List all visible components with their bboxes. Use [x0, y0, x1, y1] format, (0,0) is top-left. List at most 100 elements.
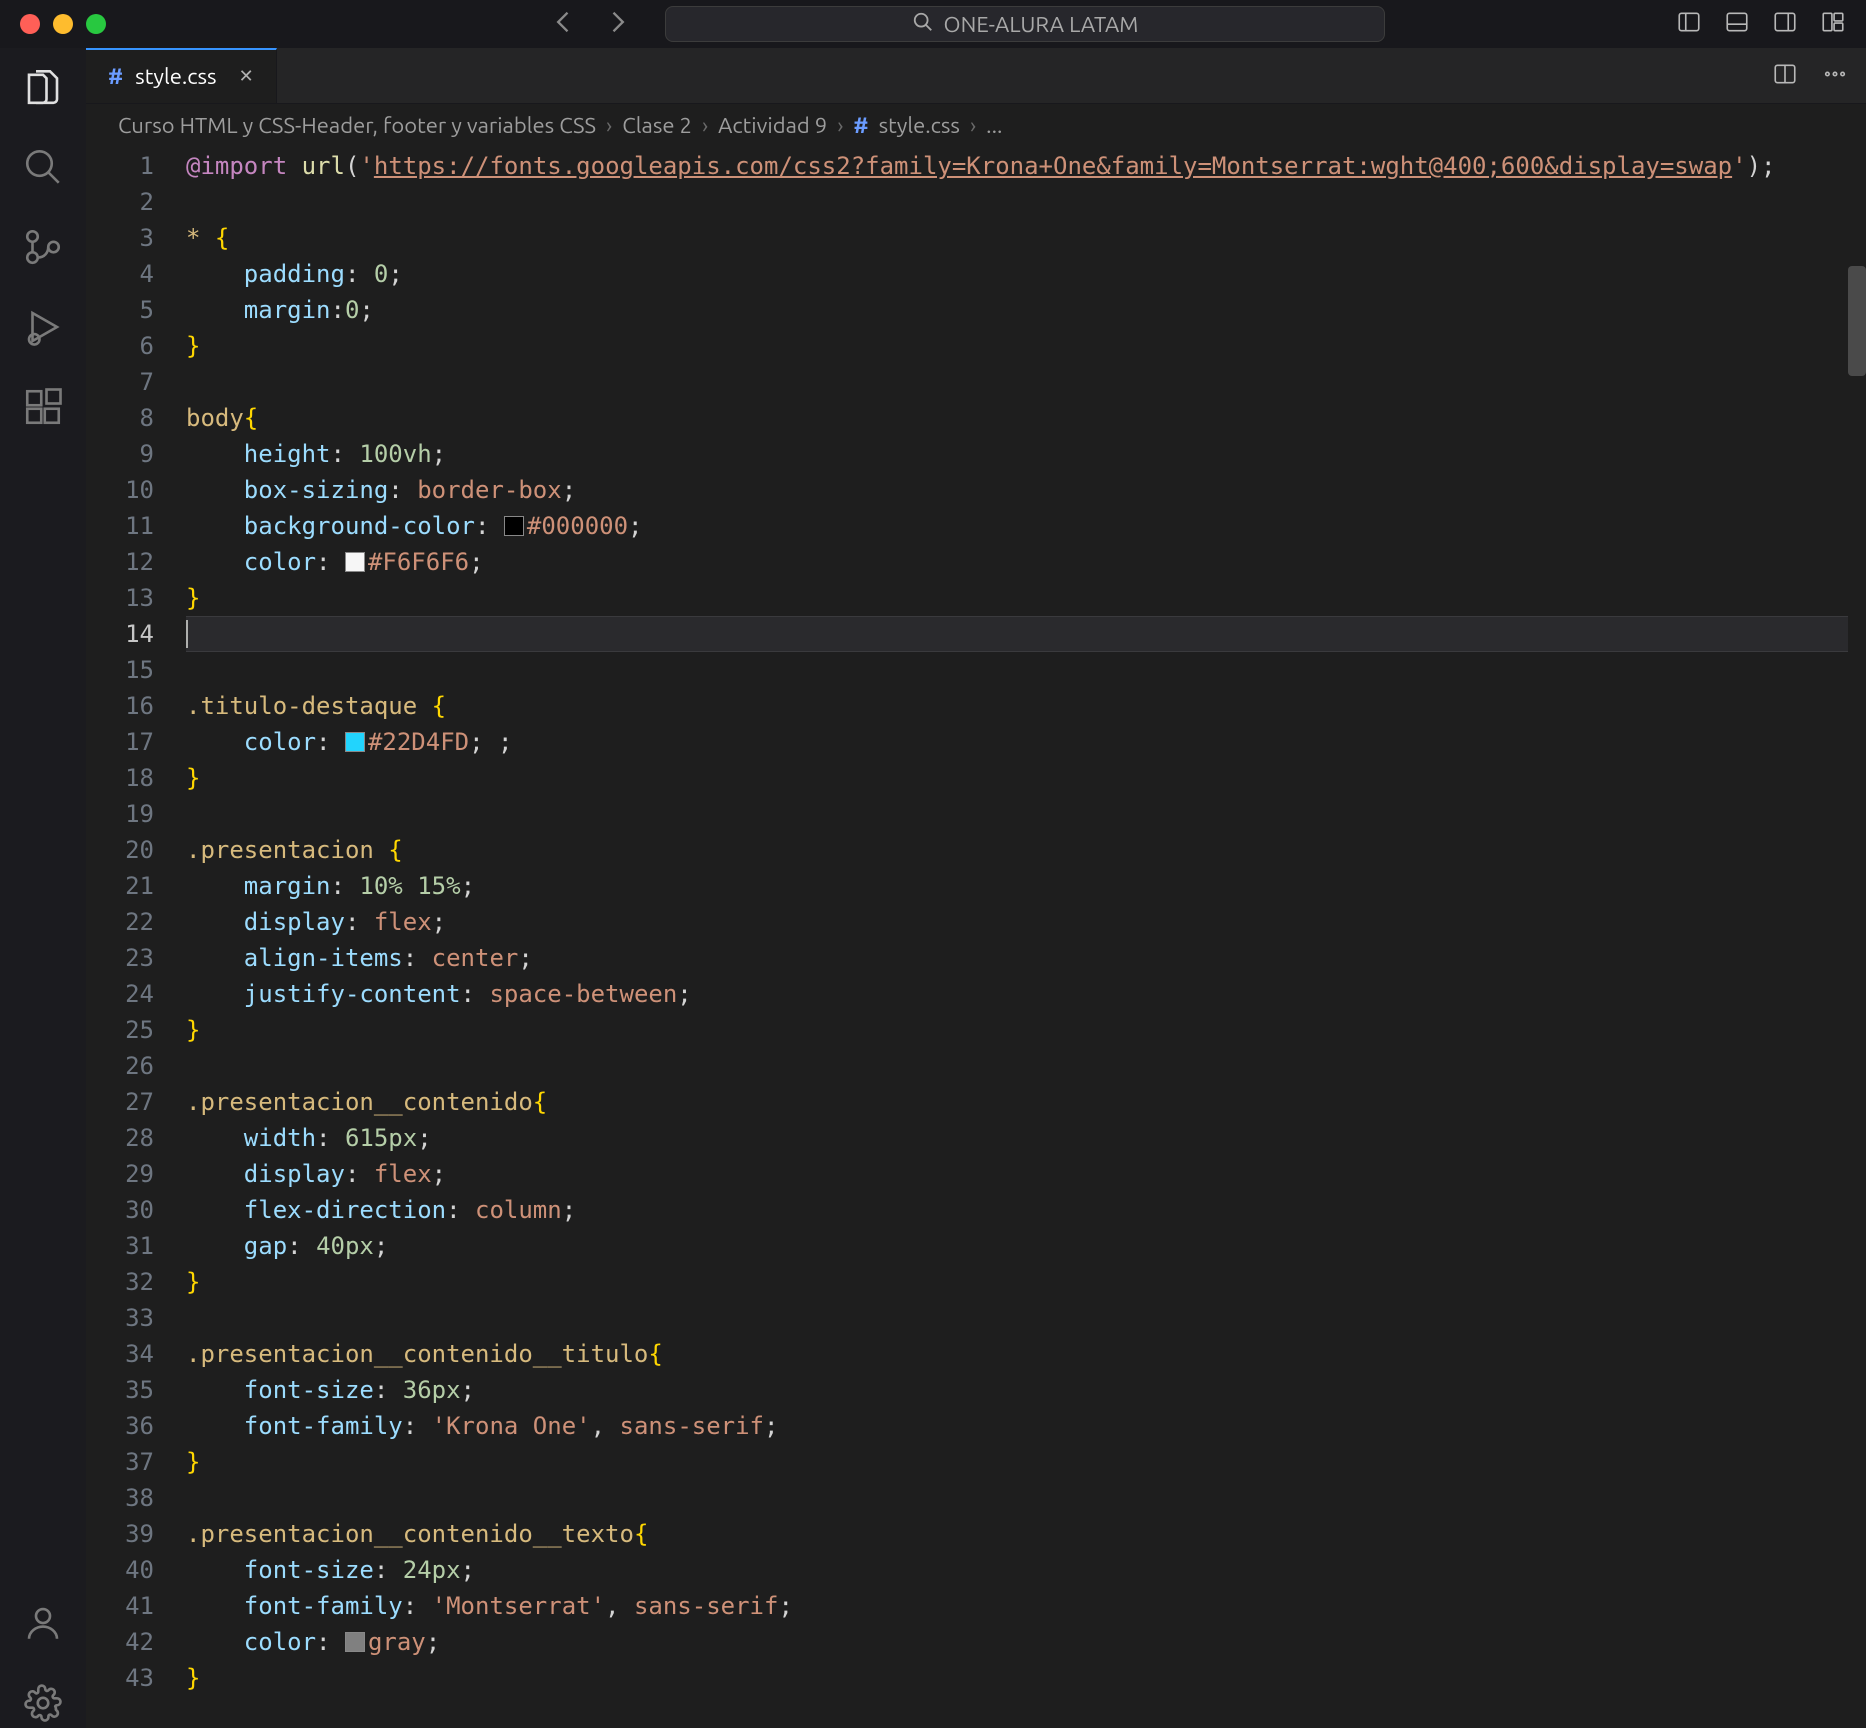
search-icon: [912, 11, 934, 38]
code-line[interactable]: * {: [186, 220, 1866, 256]
breadcrumb-item[interactable]: Clase 2: [622, 113, 692, 138]
line-number: 33: [86, 1300, 154, 1336]
code-token: font-size: [244, 1552, 374, 1588]
code-token: 0: [374, 256, 388, 292]
code-line[interactable]: }: [186, 580, 1866, 616]
code-line[interactable]: margin:0;: [186, 292, 1866, 328]
code-token: 100vh: [359, 436, 431, 472]
code-line[interactable]: [186, 184, 1866, 220]
scrollbar[interactable]: [1848, 146, 1866, 1728]
code-token: ;: [562, 472, 576, 508]
maximize-window-button[interactable]: [86, 14, 106, 34]
code-line[interactable]: @import url('https://fonts.googleapis.co…: [186, 148, 1866, 184]
command-center-search[interactable]: ONE-ALURA LATAM: [665, 6, 1385, 42]
code-editor[interactable]: 1234567891011121314151617181920212223242…: [86, 146, 1866, 1728]
search-activity-icon[interactable]: [22, 146, 64, 192]
scrollbar-thumb[interactable]: [1848, 266, 1866, 376]
code-token: :: [316, 724, 345, 760]
breadcrumb-item[interactable]: ...: [986, 113, 1002, 138]
code-line[interactable]: }: [186, 1012, 1866, 1048]
breadcrumb[interactable]: Curso HTML y CSS-Header, footer y variab…: [86, 104, 1866, 146]
close-tab-button[interactable]: ✕: [239, 66, 254, 87]
code-line[interactable]: [186, 1300, 1866, 1336]
code-token: );: [1747, 148, 1776, 184]
extensions-icon[interactable]: [22, 386, 64, 432]
code-token: flex: [374, 1156, 432, 1192]
code-line[interactable]: }: [186, 1264, 1866, 1300]
code-token: box-sizing: [244, 472, 389, 508]
breadcrumb-item[interactable]: Actividad 9: [718, 113, 827, 138]
code-line[interactable]: align-items: center;: [186, 940, 1866, 976]
minimize-window-button[interactable]: [53, 14, 73, 34]
code-line[interactable]: width: 615px;: [186, 1120, 1866, 1156]
layout-panel-bottom-icon[interactable]: [1724, 9, 1750, 39]
source-control-icon[interactable]: [22, 226, 64, 272]
line-number: 22: [86, 904, 154, 940]
code-token: :: [287, 1228, 316, 1264]
code-token: ;: [388, 256, 402, 292]
line-number: 2: [86, 184, 154, 220]
code-line[interactable]: }: [186, 1660, 1866, 1696]
line-number: 6: [86, 328, 154, 364]
code-line[interactable]: background-color: #000000;: [186, 508, 1866, 544]
code-line[interactable]: font-family: 'Montserrat', sans-serif;: [186, 1588, 1866, 1624]
code-token: [186, 904, 244, 940]
layout-sidebar-right-icon[interactable]: [1772, 9, 1798, 39]
code-line[interactable]: color: gray;: [186, 1624, 1866, 1660]
code-line[interactable]: display: flex;: [186, 1156, 1866, 1192]
code-line[interactable]: }: [186, 760, 1866, 796]
code-line[interactable]: display: flex;: [186, 904, 1866, 940]
code-token: @import: [186, 148, 287, 184]
code-line[interactable]: justify-content: space-between;: [186, 976, 1866, 1012]
code-line[interactable]: .presentacion__contenido__texto{: [186, 1516, 1866, 1552]
code-token: .titulo-destaque: [186, 688, 417, 724]
code-token: ;: [426, 1624, 440, 1660]
code-line[interactable]: height: 100vh;: [186, 436, 1866, 472]
code-line[interactable]: margin: 10% 15%;: [186, 868, 1866, 904]
title-bar: ONE-ALURA LATAM: [0, 0, 1866, 48]
line-number: 18: [86, 760, 154, 796]
accounts-icon[interactable]: [22, 1602, 64, 1648]
code-line[interactable]: .titulo-destaque {: [186, 688, 1866, 724]
code-token: ;: [461, 868, 475, 904]
nav-back-button[interactable]: [550, 8, 578, 40]
code-line[interactable]: padding: 0;: [186, 256, 1866, 292]
code-line[interactable]: .presentacion {: [186, 832, 1866, 868]
layout-customize-icon[interactable]: [1820, 9, 1846, 39]
line-number: 10: [86, 472, 154, 508]
code-line[interactable]: .presentacion__contenido__titulo{: [186, 1336, 1866, 1372]
breadcrumb-item[interactable]: style.css: [879, 113, 960, 138]
layout-sidebar-left-icon[interactable]: [1676, 9, 1702, 39]
code-line[interactable]: font-size: 36px;: [186, 1372, 1866, 1408]
code-line[interactable]: box-sizing: border-box;: [186, 472, 1866, 508]
code-line[interactable]: font-size: 24px;: [186, 1552, 1866, 1588]
code-line[interactable]: font-family: 'Krona One', sans-serif;: [186, 1408, 1866, 1444]
run-debug-icon[interactable]: [22, 306, 64, 352]
code-line[interactable]: [186, 1480, 1866, 1516]
code-content[interactable]: @import url('https://fonts.googleapis.co…: [186, 146, 1866, 1728]
nav-forward-button[interactable]: [603, 8, 631, 40]
split-editor-icon[interactable]: [1772, 61, 1798, 91]
tab-style-css[interactable]: # style.css ✕: [86, 48, 277, 103]
more-actions-icon[interactable]: [1822, 61, 1848, 91]
code-line[interactable]: }: [186, 328, 1866, 364]
code-line[interactable]: gap: 40px;: [186, 1228, 1866, 1264]
code-line[interactable]: [186, 364, 1866, 400]
css-file-icon: #: [853, 113, 868, 138]
code-line[interactable]: .presentacion__contenido{: [186, 1084, 1866, 1120]
code-line[interactable]: [186, 652, 1866, 688]
code-line[interactable]: [186, 616, 1866, 652]
code-line[interactable]: body{: [186, 400, 1866, 436]
code-token: display: [244, 1156, 345, 1192]
close-window-button[interactable]: [20, 14, 40, 34]
code-line[interactable]: [186, 796, 1866, 832]
settings-gear-icon[interactable]: [22, 1682, 64, 1728]
explorer-icon[interactable]: [22, 66, 64, 112]
code-line[interactable]: color: #22D4FD; ;: [186, 724, 1866, 760]
code-line[interactable]: flex-direction: column;: [186, 1192, 1866, 1228]
code-line[interactable]: [186, 1048, 1866, 1084]
breadcrumb-item[interactable]: Curso HTML y CSS-Header, footer y variab…: [118, 113, 596, 138]
code-token: *: [186, 220, 200, 256]
code-line[interactable]: color: #F6F6F6;: [186, 544, 1866, 580]
code-line[interactable]: }: [186, 1444, 1866, 1480]
